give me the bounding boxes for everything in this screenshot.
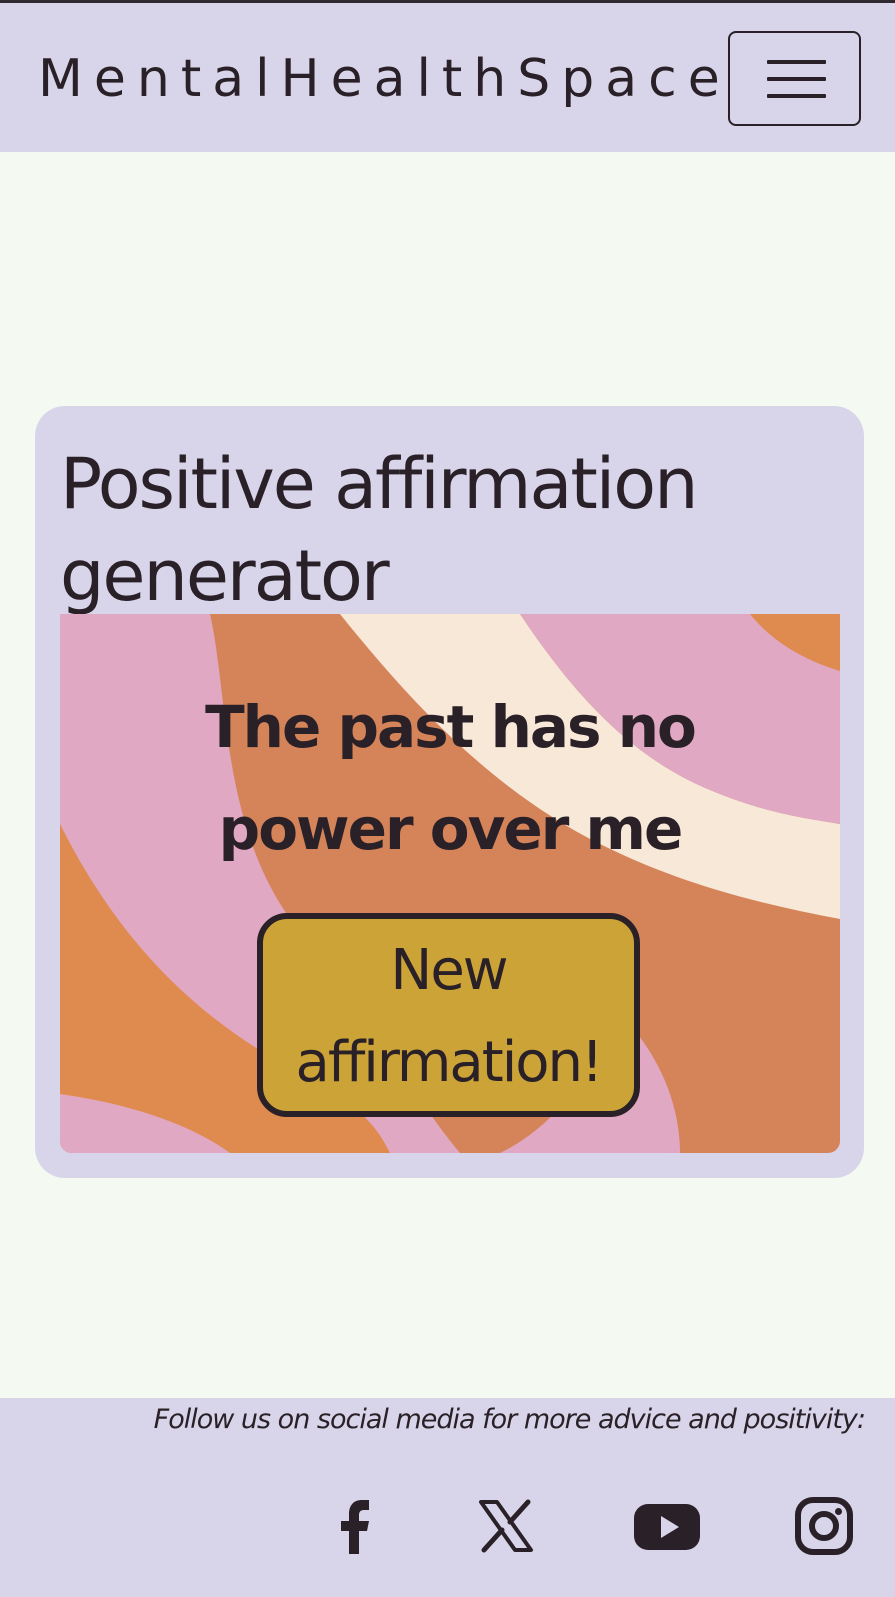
affirmation-card: Positive affirmation generator The past … <box>35 406 864 1178</box>
affirmation-panel: The past has no power over me anymore. N… <box>60 614 840 1153</box>
hamburger-bar <box>767 94 826 98</box>
hamburger-menu-icon <box>767 60 826 64</box>
footer: Follow us on social media for more advic… <box>0 1398 895 1597</box>
facebook-link[interactable] <box>323 1490 395 1562</box>
new-affirmation-button[interactable]: New affirmation! <box>257 913 640 1117</box>
youtube-icon <box>634 1504 700 1550</box>
card-title: Positive affirmation generator <box>60 443 698 617</box>
brand-logo[interactable]: MentalHealthSpace <box>38 49 731 109</box>
youtube-link[interactable] <box>631 1490 703 1562</box>
facebook-icon <box>341 1500 369 1554</box>
footer-follow-text: Follow us on social media for more advic… <box>153 1404 866 1435</box>
menu-toggle-button[interactable] <box>728 31 861 126</box>
instagram-icon <box>795 1497 853 1555</box>
x-link[interactable] <box>470 1490 542 1562</box>
navbar: MentalHealthSpace <box>0 3 895 152</box>
instagram-link[interactable] <box>788 1490 860 1562</box>
x-icon <box>479 1499 533 1553</box>
hamburger-bar <box>767 77 826 81</box>
